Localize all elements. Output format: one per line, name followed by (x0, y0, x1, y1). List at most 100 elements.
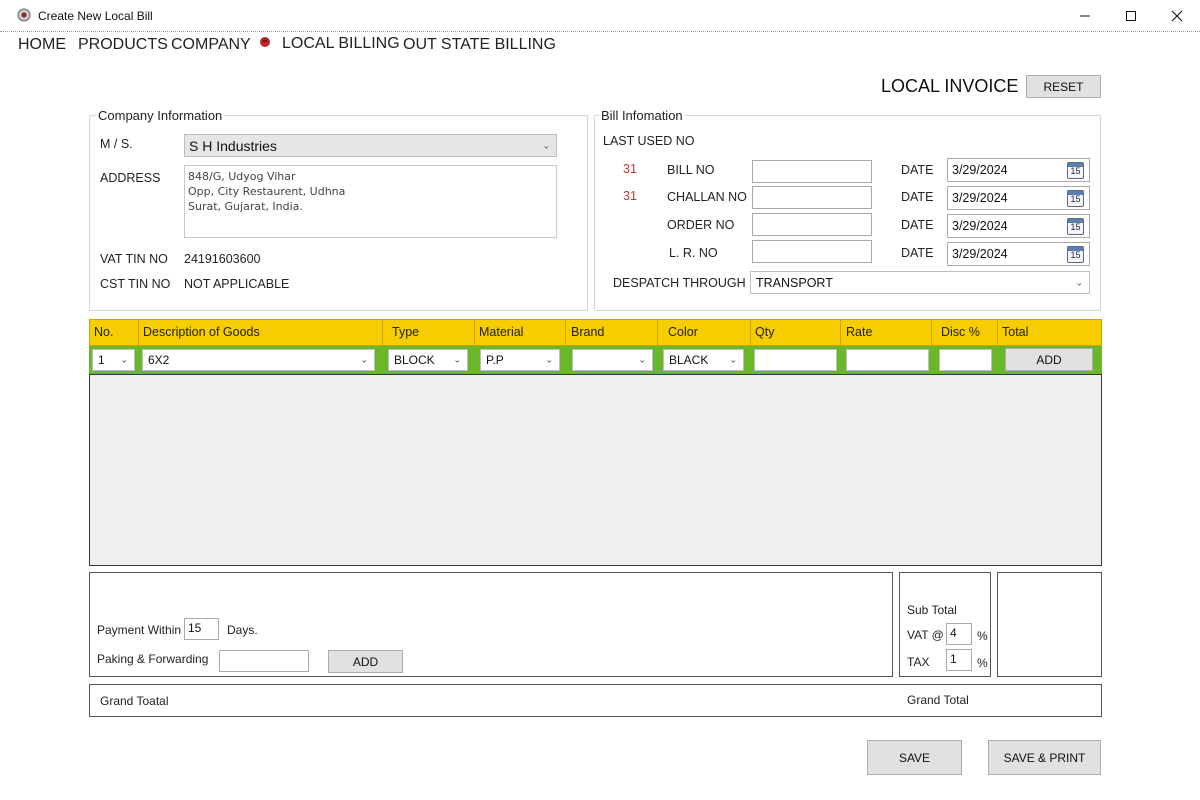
lr-no-label: L. R. NO (669, 246, 718, 260)
despatch-label: DESPATCH THROUGH (613, 276, 746, 290)
subtotal-label: Sub Total (907, 603, 957, 617)
order-no-input[interactable] (752, 213, 872, 236)
close-button[interactable] (1154, 0, 1200, 31)
nav-out-state-billing[interactable]: OUT STATE BILLING (403, 36, 556, 54)
menu-divider (0, 31, 1200, 32)
cst-tin-label: CST TIN NO (100, 277, 171, 291)
rate-input[interactable] (846, 349, 929, 371)
no-select-value: 1 (98, 353, 105, 367)
nav-home[interactable]: HOME (18, 36, 66, 54)
calendar-icon[interactable]: 15 (1067, 218, 1084, 235)
lr-date-label: DATE (901, 246, 934, 260)
brand-select[interactable]: ⌄ (572, 349, 653, 371)
minimize-button[interactable] (1062, 0, 1108, 31)
bill-date-label: DATE (901, 163, 934, 177)
chevron-down-icon: ⌄ (545, 354, 553, 365)
rose-icon (260, 37, 270, 47)
tax-input[interactable]: 1 (946, 649, 972, 671)
challan-no-input[interactable] (752, 186, 872, 209)
col-type-header: Type (387, 320, 475, 346)
col-brand-header: Brand (566, 320, 658, 346)
qty-input[interactable] (754, 349, 837, 371)
order-date-picker[interactable]: 3/29/2024 15 (947, 214, 1090, 238)
challan-date-picker[interactable]: 3/29/2024 15 (947, 186, 1090, 210)
chevron-down-icon: ⌄ (360, 354, 368, 365)
calendar-icon[interactable]: 15 (1067, 162, 1084, 179)
col-material-header: Material (474, 320, 566, 346)
payment-within-label: Payment Within (97, 623, 182, 637)
col-total-header: Total (1002, 325, 1029, 339)
address-label: ADDRESS (100, 171, 161, 185)
vat-label: VAT @ (907, 628, 944, 642)
chevron-down-icon: ⌄ (729, 354, 737, 365)
lr-no-input[interactable] (752, 240, 872, 263)
packing-input[interactable] (219, 650, 309, 672)
maximize-icon (1126, 10, 1136, 21)
add-item-button[interactable]: ADD (1005, 348, 1093, 371)
totals-values-panel (997, 572, 1102, 677)
packing-label: Paking & Forwarding (97, 652, 209, 666)
challan-date-value: 3/29/2024 (952, 191, 1008, 205)
company-select[interactable]: S H Industries ⌄ (184, 134, 557, 157)
invoice-title: LOCAL INVOICE (881, 76, 1019, 96)
lr-date-picker[interactable]: 3/29/2024 15 (947, 242, 1090, 266)
challan-no-last: 31 (623, 189, 637, 203)
description-select[interactable]: 6X2 ⌄ (142, 349, 375, 371)
add-packing-button[interactable]: ADD (328, 650, 403, 673)
bill-date-picker[interactable]: 3/29/2024 15 (947, 158, 1090, 182)
ms-label: M / S. (100, 137, 133, 151)
calendar-icon[interactable]: 15 (1067, 246, 1084, 263)
days-label: Days. (227, 623, 258, 637)
window-title: Create New Local Bill (38, 9, 153, 23)
order-date-label: DATE (901, 218, 934, 232)
chevron-down-icon: ⌄ (1075, 277, 1083, 287)
chevron-down-icon: ⌄ (120, 354, 128, 365)
chevron-down-icon: ⌄ (542, 140, 550, 150)
vat-tin-value: 24191603600 (184, 252, 261, 266)
payment-days-input[interactable]: 15 (184, 618, 219, 640)
grand-total-right-label: Grand Total (907, 693, 969, 707)
title-bar: Create New Local Bill (0, 0, 1200, 32)
close-icon (1171, 10, 1183, 21)
save-print-button[interactable]: SAVE & PRINT (988, 740, 1101, 775)
reset-button[interactable]: RESET (1026, 75, 1101, 98)
order-date-value: 3/29/2024 (952, 219, 1008, 233)
col-color-header: Color (663, 320, 751, 346)
description-select-value: 6X2 (148, 353, 170, 367)
disc-input[interactable] (939, 349, 992, 371)
col-disc-header: Disc % (936, 320, 998, 346)
nav-local-billing[interactable]: LOCAL BILLING (282, 35, 400, 53)
tax-label: TAX (907, 655, 930, 669)
address-field[interactable]: 848/G, Udyog Vihar Opp, City Restaurent,… (184, 165, 557, 238)
bill-no-last: 31 (623, 162, 637, 176)
vat-percent-label: % (977, 629, 988, 643)
items-list[interactable] (89, 374, 1102, 566)
challan-date-label: DATE (901, 190, 934, 204)
bill-no-input[interactable] (752, 160, 872, 183)
save-button[interactable]: SAVE (867, 740, 962, 775)
col-qty-header: Qty (750, 320, 841, 346)
tax-percent-label: % (977, 656, 988, 670)
col-description-header: Description of Goods (138, 320, 383, 346)
nav-products[interactable]: PRODUCTS (78, 36, 168, 54)
col-rate-header: Rate (841, 320, 932, 346)
type-select[interactable]: BLOCK ⌄ (388, 349, 468, 371)
cst-tin-value: NOT APPLICABLE (184, 277, 290, 291)
nav-company[interactable]: COMPANY (171, 36, 251, 54)
color-select[interactable]: BLACK ⌄ (663, 349, 744, 371)
despatch-select[interactable]: TRANSPORT ⌄ (750, 271, 1090, 294)
chevron-down-icon: ⌄ (453, 354, 461, 365)
no-select[interactable]: 1 ⌄ (92, 349, 135, 371)
last-used-label: LAST USED NO (603, 134, 695, 148)
company-info-legend: Company Information (96, 108, 225, 123)
bill-info-legend: Bill Infomation (599, 108, 685, 123)
grand-total-left-label: Grand Toatal (100, 694, 169, 708)
material-select[interactable]: P.P ⌄ (480, 349, 560, 371)
chevron-down-icon: ⌄ (638, 354, 646, 365)
maximize-button[interactable] (1108, 0, 1154, 31)
vat-input[interactable]: 4 (946, 623, 972, 645)
lr-date-value: 3/29/2024 (952, 247, 1008, 261)
vat-tin-label: VAT TIN NO (100, 252, 168, 266)
calendar-icon[interactable]: 15 (1067, 190, 1084, 207)
order-no-label: ORDER NO (667, 218, 735, 232)
